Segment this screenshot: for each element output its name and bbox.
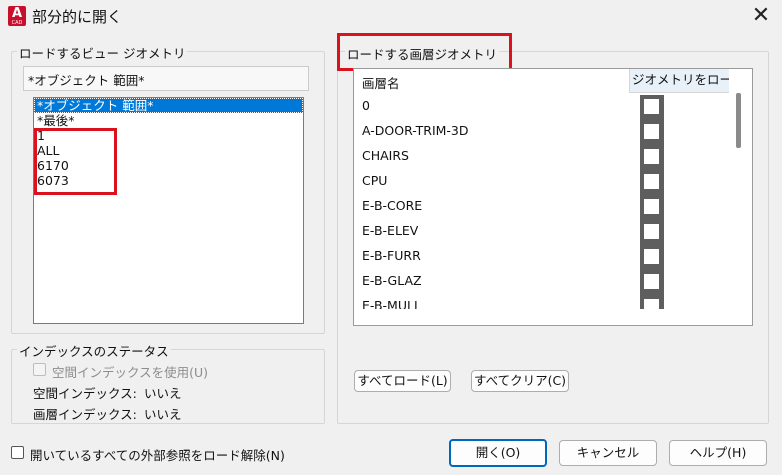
view-list-item[interactable]: *最後* <box>34 113 303 128</box>
load-checkbox[interactable] <box>643 98 660 115</box>
layer-legend-highlight <box>337 33 512 71</box>
layer-row[interactable]: E-B-GLAZ <box>362 268 422 293</box>
layer-row[interactable]: E-B-CORE <box>362 193 422 218</box>
load-checkbox-column <box>640 95 664 325</box>
unload-xrefs-checkbox[interactable] <box>11 446 24 459</box>
help-button[interactable]: ヘルプ(H) <box>669 440 767 466</box>
layer-index-label: 画層インデックス: <box>33 407 137 422</box>
layer-index-value: いいえ <box>144 407 182 422</box>
load-checkbox[interactable] <box>643 173 660 190</box>
spatial-index-value: いいえ <box>144 386 182 401</box>
load-checkbox[interactable] <box>643 123 660 140</box>
layer-name-header[interactable]: 画層名 <box>362 73 400 92</box>
load-checkbox[interactable] <box>643 273 660 290</box>
unload-xrefs-label: 開いているすべての外部参照をロード解除(N) <box>30 448 285 463</box>
layer-row[interactable]: A-DOOR-TRIM-3D <box>362 118 469 143</box>
layer-row[interactable]: 0 <box>362 93 370 118</box>
open-button[interactable]: 開く(O) <box>449 439 547 467</box>
view-items-highlight <box>34 128 117 195</box>
load-checkbox[interactable] <box>643 248 660 265</box>
layer-table[interactable]: 画層名 ジオメトリをロード 0 A-DOOR-TRIM-3D CHAIRS CP… <box>353 68 753 326</box>
close-icon[interactable]: ✕ <box>748 4 774 30</box>
use-spatial-index-checkbox[interactable] <box>33 363 46 376</box>
load-all-button[interactable]: すべてロード(L) <box>354 370 451 392</box>
autocad-app-icon: A CAD <box>8 6 26 26</box>
view-combo[interactable]: *オブジェクト 範囲* <box>23 66 309 91</box>
index-status-legend: インデックスのステータス <box>17 341 171 360</box>
vertical-scrollbar-thumb[interactable] <box>736 93 741 148</box>
layer-row[interactable]: CPU <box>362 168 387 193</box>
clear-all-button[interactable]: すべてクリア(C) <box>471 370 569 392</box>
use-spatial-index-label: 空間インデックスを使用(U) <box>52 365 209 380</box>
spatial-index-label: 空間インデックス: <box>33 386 137 401</box>
view-geometry-legend: ロードするビュー ジオメトリ <box>17 43 188 62</box>
layer-row[interactable]: CHAIRS <box>362 143 409 168</box>
view-list-item[interactable]: *オブジェクト 範囲* <box>34 98 303 113</box>
load-checkbox[interactable] <box>643 198 660 215</box>
horizontal-scrollbar-track <box>354 309 752 325</box>
load-geometry-header[interactable]: ジオメトリをロード <box>629 69 729 93</box>
cancel-button[interactable]: キャンセル <box>559 440 657 466</box>
load-checkbox[interactable] <box>643 223 660 240</box>
layer-row[interactable]: E-B-FURR <box>362 243 421 268</box>
layer-row[interactable]: E-B-ELEV <box>362 218 418 243</box>
window-title: 部分的に開く <box>32 8 123 26</box>
title-bar: A CAD 部分的に開く ✕ <box>0 0 782 34</box>
load-checkbox[interactable] <box>643 148 660 165</box>
